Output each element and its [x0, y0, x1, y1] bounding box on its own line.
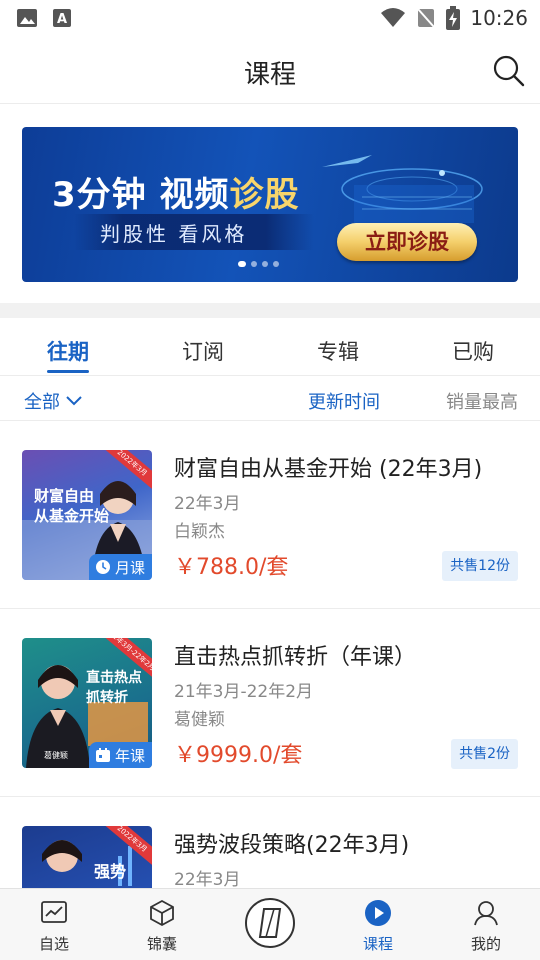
nav-label: 我的	[470, 935, 501, 953]
wifi-icon	[381, 8, 406, 27]
course-teacher: 葛健颖	[174, 710, 225, 730]
play-circle-icon	[365, 900, 391, 926]
status-bar: A 10:26	[0, 0, 540, 40]
a-notification-icon: A	[53, 9, 71, 27]
filter-all-label: 全部	[24, 392, 60, 413]
nav-item-tips[interactable]: 锦囊	[108, 889, 216, 960]
box-icon	[150, 899, 174, 927]
thumbnail-title: 直击热点 抓转折	[86, 670, 142, 706]
status-time: 10:26	[470, 6, 528, 30]
nav-label: 锦囊	[146, 935, 177, 953]
banner-subtitle-strip: 判股性 看风格	[74, 214, 314, 250]
course-price: ￥788.0/套	[174, 555, 289, 580]
tab-purchased[interactable]: 已购	[428, 336, 518, 366]
course-title: 财富自由从基金开始 (22年3月)	[174, 457, 483, 482]
tab-past[interactable]: 往期	[23, 336, 113, 366]
tab-subscribe[interactable]: 订阅	[158, 336, 248, 366]
banner-dot	[262, 261, 268, 267]
app-header: 课程	[0, 40, 540, 104]
page-title: 课程	[243, 60, 296, 90]
sort-by-update-time[interactable]: 更新时间	[308, 388, 380, 414]
course-item[interactable]: 直击热点 抓转折 21年3月-22年2月 葛健颖 年课 直击热点抓转折（年课） …	[0, 609, 540, 797]
section-divider	[0, 303, 540, 318]
banner-pagination	[238, 261, 279, 267]
course-period: 22年3月	[174, 494, 241, 514]
banner-subtitle: 判股性 看风格	[100, 222, 248, 246]
course-thumbnail: 直击热点 抓转折 21年3月-22年2月 葛健颖 年课	[22, 638, 152, 768]
nav-label: 自选	[38, 935, 69, 953]
course-price: ￥9999.0/套	[174, 743, 303, 768]
course-title: 强势波段策略(22年3月)	[174, 833, 410, 858]
chevron-down-icon	[66, 396, 82, 406]
no-signal-icon	[417, 8, 436, 28]
nav-item-courses[interactable]: 课程	[324, 889, 432, 960]
course-sold-count: 共售12份	[442, 551, 518, 581]
banner-dot	[238, 261, 246, 267]
battery-charging-icon	[446, 6, 461, 30]
filter-all-dropdown[interactable]: 全部	[24, 388, 82, 414]
filter-bar: 全部 更新时间 销量最高	[0, 377, 540, 421]
course-teacher: 白颖杰	[174, 522, 225, 542]
promo-banner[interactable]: 3分钟 视频诊股 判股性 看风格 立即诊股	[22, 127, 518, 282]
course-item[interactable]: 财富自由 从基金开始 2022年3月 月课 财富自由从基金开始 (22年3月) …	[0, 421, 540, 609]
clock-icon	[95, 560, 110, 574]
course-period: 22年3月	[174, 870, 241, 890]
thumbnail-title: 强势	[94, 862, 127, 881]
search-icon[interactable]	[492, 54, 526, 88]
svg-text:A: A	[57, 12, 67, 27]
banner-cta-button[interactable]: 立即诊股	[337, 223, 477, 261]
course-title: 直击热点抓转折（年课）	[174, 645, 417, 670]
banner-dot	[273, 261, 279, 267]
course-thumbnail: 财富自由 从基金开始 2022年3月 月课	[22, 450, 152, 580]
course-sold-count: 共售2份	[451, 739, 518, 769]
nav-item-watchlist[interactable]: 自选	[0, 889, 108, 960]
course-tabs: 往期 订阅 专辑 已购	[0, 318, 540, 376]
course-type-badge: 年课	[88, 742, 152, 768]
tab-active-indicator	[47, 370, 89, 373]
logo-icon[interactable]	[244, 897, 296, 949]
banner-dot	[251, 261, 257, 267]
course-type-badge: 月课	[88, 554, 152, 580]
sort-by-sales[interactable]: 销量最高	[446, 388, 518, 414]
banner-headline: 3分钟 视频诊股	[52, 175, 300, 215]
thumbnail-presenter-name: 葛健颖	[44, 751, 68, 760]
calendar-icon	[95, 748, 110, 762]
course-period: 21年3月-22年2月	[174, 682, 314, 702]
image-notification-icon	[17, 9, 37, 27]
nav-label: 课程	[362, 935, 393, 953]
nav-item-profile[interactable]: 我的	[432, 889, 540, 960]
tab-album[interactable]: 专辑	[293, 336, 383, 366]
thumbnail-title: 财富自由 从基金开始	[34, 487, 110, 525]
chart-icon	[41, 901, 67, 923]
user-icon	[474, 901, 498, 926]
bottom-nav: 自选 锦囊 课程 我的	[0, 888, 540, 960]
